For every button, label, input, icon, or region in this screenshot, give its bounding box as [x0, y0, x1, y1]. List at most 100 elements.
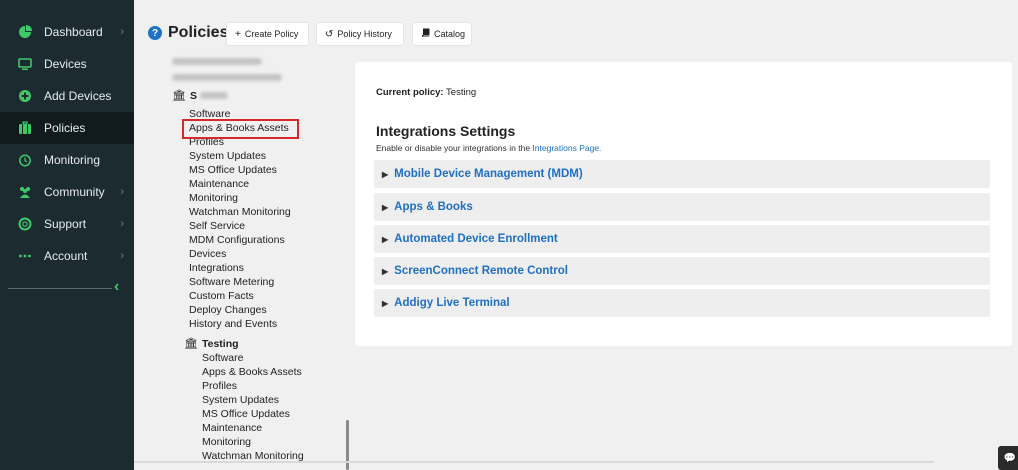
- dots-icon: [18, 249, 32, 263]
- accordion-mdm[interactable]: ▶ Mobile Device Management (MDM): [374, 160, 990, 188]
- sidebar-item-monitoring[interactable]: Monitoring: [0, 144, 134, 176]
- tree-item-monitoring[interactable]: Monitoring: [202, 436, 251, 448]
- monitor-icon: [18, 57, 32, 71]
- section-title: Integrations Settings: [376, 123, 516, 139]
- tree-item-software[interactable]: Software: [202, 352, 243, 364]
- sidebar-item-label: Dashboard: [44, 25, 103, 39]
- catalog-button[interactable]: Catalog: [412, 22, 472, 46]
- sidebar-item-label: Support: [44, 217, 87, 231]
- sidebar: Dashboard › Devices Add Devices Policies…: [0, 0, 134, 470]
- tree-node-testing[interactable]: 🏛 Testing: [184, 337, 239, 351]
- create-policy-button[interactable]: + Create Policy: [226, 22, 309, 46]
- tree-item-system-updates[interactable]: System Updates: [202, 394, 279, 406]
- selection-highlight: [182, 119, 299, 139]
- page-title-text: Policies: [168, 24, 229, 41]
- redacted-row: [172, 58, 262, 65]
- sidebar-item-label: Add Devices: [44, 89, 112, 103]
- sidebar-item-policies[interactable]: Policies: [0, 112, 134, 144]
- briefcase-icon: [18, 121, 32, 135]
- tree-item-devices[interactable]: Devices: [189, 248, 226, 260]
- sidebar-item-dashboard[interactable]: Dashboard ›: [0, 16, 134, 48]
- help-icon[interactable]: ?: [148, 26, 162, 40]
- page-header: ? Policies + Create Policy ↺ Policy Hist…: [134, 0, 1018, 54]
- sidebar-item-add-devices[interactable]: Add Devices: [0, 80, 134, 112]
- sidebar-item-devices[interactable]: Devices: [0, 48, 134, 80]
- tree-item-maintenance[interactable]: Maintenance: [202, 422, 262, 434]
- integrations-panel: Current policy: Testing Integrations Set…: [355, 62, 1012, 346]
- building-icon: 🏛: [172, 90, 186, 102]
- chat-icon[interactable]: 💬: [998, 446, 1018, 470]
- divider: [8, 288, 112, 289]
- plus-circle-icon: [18, 89, 32, 103]
- accordion-label: ScreenConnect Remote Control: [394, 265, 568, 277]
- current-policy-value: Testing: [446, 87, 477, 98]
- accordion-label: Apps & Books: [394, 201, 473, 213]
- tree-item-system-updates[interactable]: System Updates: [189, 150, 266, 162]
- policy-tree: 🏛 S Software Apps & Books Assets Profile…: [134, 54, 352, 470]
- tree-item-mdm-configurations[interactable]: MDM Configurations: [189, 234, 285, 246]
- sidebar-item-label: Devices: [44, 57, 87, 71]
- plus-icon: +: [235, 28, 241, 40]
- tree-item-ms-office-updates[interactable]: MS Office Updates: [202, 408, 290, 420]
- tree-item-apps-books-assets[interactable]: Apps & Books Assets: [202, 366, 302, 378]
- chevron-left-icon[interactable]: ‹: [114, 278, 119, 296]
- lifebuoy-icon: [18, 217, 32, 231]
- chevron-right-icon: ›: [120, 250, 124, 262]
- sidebar-item-community[interactable]: Community ›: [0, 176, 134, 208]
- triangle-right-icon: ▶: [382, 202, 389, 212]
- sidebar-collapse-toggle[interactable]: ‹: [0, 278, 134, 296]
- tree-item-software-metering[interactable]: Software Metering: [189, 276, 274, 288]
- triangle-right-icon: ▶: [382, 298, 389, 308]
- policy-history-label: Policy History: [337, 29, 392, 39]
- tree-node-s[interactable]: 🏛 S: [172, 89, 228, 102]
- sidebar-item-label: Policies: [44, 121, 86, 135]
- chevron-right-icon: ›: [120, 218, 124, 230]
- sidebar-item-label: Account: [44, 249, 88, 263]
- redacted-row: [172, 74, 282, 81]
- policy-history-button[interactable]: ↺ Policy History: [316, 22, 404, 46]
- alarm-clock-icon: [18, 153, 32, 167]
- section-subtitle-text: Enable or disable your integrations in t…: [376, 143, 531, 153]
- accordion-apps-books[interactable]: ▶ Apps & Books: [374, 193, 990, 221]
- current-policy-label: Current policy:: [376, 87, 444, 98]
- create-policy-label: Create Policy: [244, 29, 299, 39]
- accordion-ade[interactable]: ▶ Automated Device Enrollment: [374, 225, 990, 253]
- sidebar-item-account[interactable]: Account ›: [0, 240, 134, 272]
- tree-item-history-events[interactable]: History and Events: [189, 318, 277, 330]
- triangle-right-icon: ▶: [382, 234, 389, 244]
- tree-item-maintenance[interactable]: Maintenance: [189, 178, 249, 190]
- building-icon: 🏛: [184, 338, 198, 350]
- chevron-right-icon: ›: [120, 186, 124, 198]
- tree-node-label: S: [189, 89, 197, 102]
- tree-item-watchman-monitoring[interactable]: Watchman Monitoring: [189, 206, 291, 218]
- tree-item-integrations[interactable]: Integrations: [189, 262, 244, 274]
- tree-node-label: Testing: [201, 337, 239, 350]
- tree-item-ms-office-updates[interactable]: MS Office Updates: [189, 164, 277, 176]
- book-icon: [421, 28, 430, 40]
- section-subtitle: Enable or disable your integrations in t…: [376, 143, 601, 153]
- tree-item-monitoring[interactable]: Monitoring: [189, 192, 238, 204]
- horizontal-scrollbar[interactable]: [134, 461, 934, 463]
- current-policy: Current policy: Testing: [376, 87, 476, 98]
- chevron-right-icon: ›: [120, 26, 124, 38]
- tree-item-custom-facts[interactable]: Custom Facts: [189, 290, 254, 302]
- page-title: ? Policies: [148, 24, 228, 42]
- catalog-label: Catalog: [434, 29, 466, 39]
- triangle-right-icon: ▶: [382, 169, 389, 179]
- integrations-page-link[interactable]: Integrations Page.: [532, 143, 601, 153]
- tree-item-deploy-changes[interactable]: Deploy Changes: [189, 304, 267, 316]
- pie-chart-icon: [18, 25, 32, 39]
- tree-item-self-service[interactable]: Self Service: [189, 220, 245, 232]
- sidebar-item-label: Community: [44, 185, 105, 199]
- accordion-label: Mobile Device Management (MDM): [394, 168, 583, 180]
- accordion-screenconnect[interactable]: ▶ ScreenConnect Remote Control: [374, 257, 990, 285]
- accordion-label: Automated Device Enrollment: [394, 233, 558, 245]
- triangle-right-icon: ▶: [382, 266, 389, 276]
- tree-item-profiles[interactable]: Profiles: [202, 380, 237, 392]
- accordion-live-terminal[interactable]: ▶ Addigy Live Terminal: [374, 289, 990, 317]
- accordion-label: Addigy Live Terminal: [394, 297, 510, 309]
- redacted-text: [199, 92, 228, 99]
- sidebar-item-label: Monitoring: [44, 153, 101, 167]
- sidebar-item-support[interactable]: Support ›: [0, 208, 134, 240]
- people-icon: [18, 185, 32, 199]
